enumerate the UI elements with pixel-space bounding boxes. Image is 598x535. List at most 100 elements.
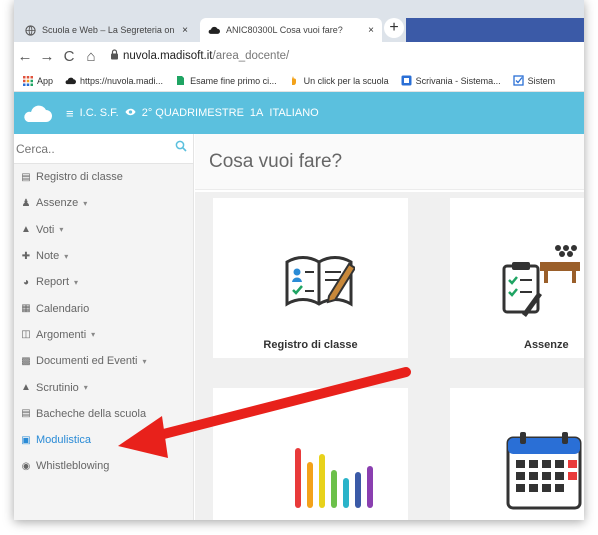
book-icon: ▤ — [21, 171, 31, 183]
caret-down-icon: ▾ — [64, 251, 69, 261]
archive-icon: ▩ — [21, 355, 31, 367]
page-title: Cosa vuoi fare? — [195, 134, 584, 190]
sidebar-item-label: Registro di classe — [36, 171, 123, 184]
sidebar-item-label: Modulistica — [36, 434, 92, 447]
search-input[interactable] — [14, 134, 164, 164]
tab-title: ANIC80300L Cosa vuoi fare? — [226, 25, 343, 35]
bookmark-app[interactable]: App — [22, 75, 53, 86]
url-field[interactable]: nuvola.madisoft.it/area_docente/ — [123, 50, 289, 62]
sidebar-item-label: Scrutinio — [36, 381, 79, 394]
tab-close-icon[interactable]: × — [182, 25, 188, 36]
hand-icon — [289, 75, 300, 86]
bar-chart-icon — [293, 440, 379, 515]
search-icon[interactable] — [175, 140, 187, 155]
new-tab-button[interactable]: + — [384, 18, 404, 38]
sidebar-item-label: Voti — [36, 223, 55, 236]
sidebar-item-registro-di-classe[interactable]: ▤ Registro di classe — [14, 164, 193, 190]
cloud-icon — [208, 24, 220, 36]
nuvola-logo-cloud-icon[interactable] — [22, 103, 52, 123]
cloud-icon — [65, 75, 77, 86]
class-selector[interactable]: 1A — [250, 107, 263, 119]
hamburger-menu-icon[interactable]: ≡ — [66, 106, 74, 121]
sidebar-item-whistleblowing[interactable]: ◉ Whistleblowing — [14, 453, 193, 479]
sidebar-item-report[interactable]: ◕ Report ▾ — [14, 269, 193, 295]
app-header: ≡ I.C. S.F. 2° QUADRIMESTRE 1A ITALIANO — [14, 92, 584, 134]
checkbox-icon — [513, 75, 524, 86]
sidebar-item-modulistica[interactable]: ▣ Modulistica — [14, 427, 193, 453]
attendance-clipboard-icon — [500, 242, 580, 327]
sidebar-item-documenti-ed-eventi[interactable]: ▩ Documenti ed Eventi ▾ — [14, 348, 193, 374]
bookmark-scrivania[interactable]: Scrivania - Sistema... — [401, 75, 501, 86]
sidebar-search — [14, 134, 193, 164]
card-assenze[interactable]: Assenze — [450, 198, 584, 358]
card-label: Assenze — [524, 339, 569, 351]
sidebar-item-label: Calendario — [36, 302, 90, 315]
sidebar-item-argomenti[interactable]: ◫ Argomenti ▾ — [14, 322, 193, 348]
url-host: nuvola.madisoft.it — [123, 50, 213, 62]
sidebar-item-bacheche-della-scuola[interactable]: ▤ Bacheche della scuola — [14, 401, 193, 427]
pin-icon: ✚ — [21, 250, 31, 262]
bookmarks-bar: App https://nuvola.madi... Esame fine pr… — [14, 70, 584, 92]
bookmark-label: Un click per la scuola — [303, 75, 389, 86]
sidebar-item-label: Assenze — [36, 197, 79, 210]
sidebar-item-scrutinio[interactable]: ▲ Scrutinio ▾ — [14, 374, 193, 400]
period-selector[interactable]: 2° QUADRIMESTRE — [142, 107, 244, 119]
pie-chart-icon: ◕ — [22, 276, 30, 288]
action-cards: Registro di classe Assenze — [195, 192, 584, 520]
caret-down-icon: ▾ — [91, 330, 96, 340]
bookmark-label: Scrivania - Sistema... — [415, 75, 501, 86]
bookmark-label: https://nuvola.madi... — [80, 75, 164, 86]
tab-close-icon[interactable]: × — [368, 25, 374, 36]
bookmark-esame[interactable]: Esame fine primo ci... — [175, 75, 277, 86]
caret-down-icon: ▾ — [83, 198, 88, 208]
tab-scuola-e-web[interactable]: Scuola e Web – La Segreteria on × — [16, 18, 196, 42]
bell-icon: ◉ — [21, 460, 31, 472]
address-bar-row: ← → C ⌂ nuvola.madisoft.it/area_docente/ — [14, 42, 584, 70]
subject-selector[interactable]: ITALIANO — [269, 107, 318, 119]
sidebar-item-voti[interactable]: ▲ Voti ▾ — [14, 217, 193, 243]
bookmark-label: Esame fine primo ci... — [190, 75, 277, 86]
user-icon: ♟ — [21, 197, 31, 209]
bookmark-sistem[interactable]: Sistem — [513, 75, 556, 86]
home-button[interactable]: ⌂ — [80, 48, 102, 65]
caret-down-icon: ▾ — [74, 277, 79, 287]
calendar-icon: ▦ — [21, 303, 31, 315]
sidebar-item-note[interactable]: ✚ Note ▾ — [14, 243, 193, 269]
bank-icon: ▲ — [21, 224, 31, 236]
briefcase-icon: ▣ — [21, 434, 31, 446]
bookmark-label: App — [37, 75, 54, 86]
sidebar-item-label: Argomenti — [36, 328, 87, 341]
card-calendario[interactable] — [450, 388, 584, 520]
calendar-grid-icon — [506, 430, 582, 515]
card-label: Registro di classe — [263, 339, 358, 351]
school-name[interactable]: I.C. S.F. — [80, 107, 119, 119]
sidebar-item-label: Whistleblowing — [36, 460, 110, 473]
sidebar-item-label: Note — [36, 250, 60, 263]
globe-icon — [24, 24, 36, 36]
sidebar-item-label: Report — [36, 276, 70, 289]
caret-down-icon: ▾ — [59, 225, 64, 235]
caret-down-icon: ▾ — [142, 356, 147, 366]
card-registro-di-classe[interactable]: Registro di classe — [213, 198, 408, 358]
reload-button[interactable]: C — [58, 48, 80, 65]
bookmark-un-click[interactable]: Un click per la scuola — [289, 75, 389, 86]
card-report[interactable] — [213, 388, 408, 520]
back-button[interactable]: ← — [14, 48, 36, 65]
sidebar-item-label: Documenti ed Eventi — [36, 355, 138, 368]
register-book-icon — [283, 250, 357, 313]
bookmark-label: Sistem — [527, 75, 556, 86]
sidebar-menu: ▤ Registro di classe ♟ Assenze ▾ ▲ Voti … — [14, 164, 193, 480]
sidebar-item-calendario[interactable]: ▦ Calendario — [14, 295, 193, 321]
forward-button[interactable]: → — [36, 48, 58, 65]
url-path: /area_docente/ — [212, 50, 290, 62]
board-icon: ▤ — [21, 408, 31, 420]
bookmark-nuvola[interactable]: https://nuvola.madi... — [65, 75, 163, 86]
window-titlebar-fill — [406, 18, 584, 42]
lock-icon — [110, 49, 119, 63]
desk-icon — [401, 75, 412, 86]
browser-window: Scuola e Web – La Segreteria on × ANIC80… — [14, 0, 584, 520]
sidebar-item-assenze[interactable]: ♟ Assenze ▾ — [14, 190, 193, 216]
graduation-cap-icon: ▲ — [21, 382, 31, 394]
sidebar: ▤ Registro di classe ♟ Assenze ▾ ▲ Voti … — [14, 134, 194, 520]
tab-cosa-vuoi-fare[interactable]: ANIC80300L Cosa vuoi fare? × — [200, 18, 382, 42]
